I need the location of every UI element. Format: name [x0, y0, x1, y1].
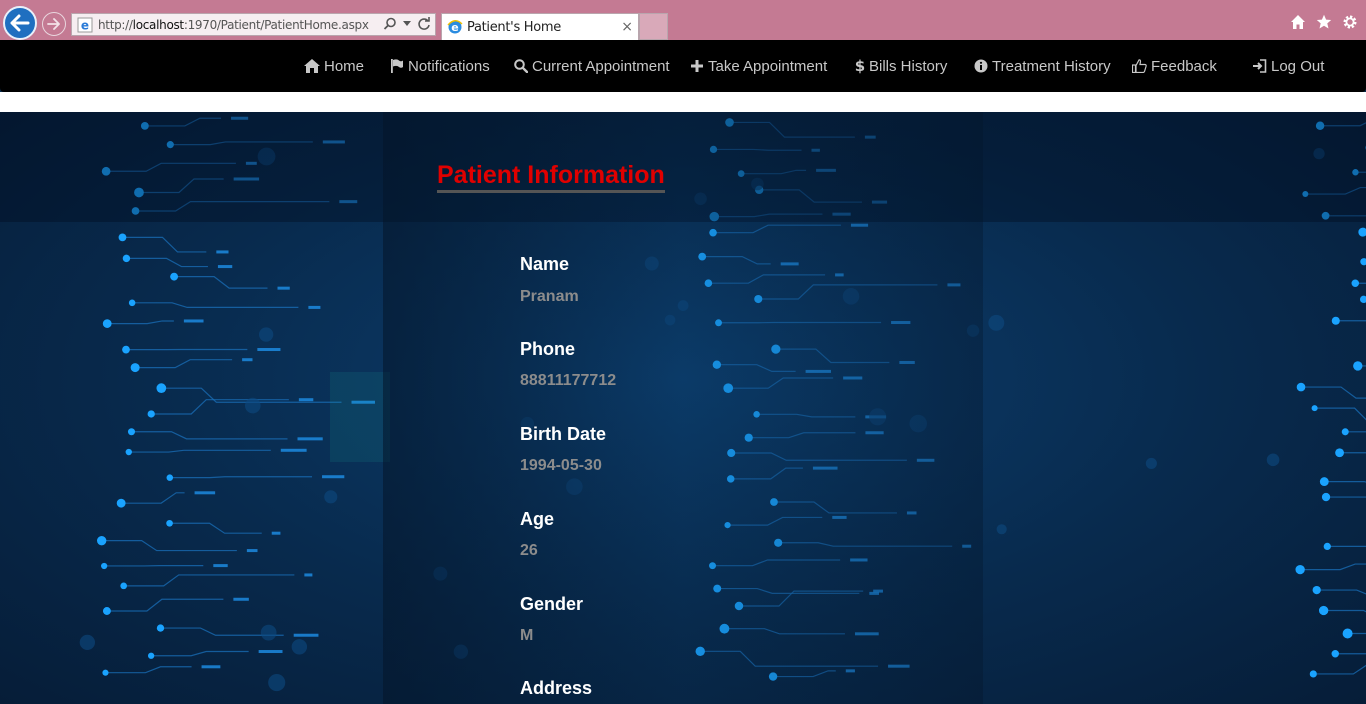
refresh-icon[interactable]	[417, 17, 431, 31]
nav-log-out[interactable]: Log Out	[1252, 40, 1324, 92]
nav-home-label: Home	[324, 57, 365, 75]
forward-button[interactable]	[42, 12, 66, 36]
nav-feedback-label: Feedback	[1151, 57, 1217, 75]
nav-current-appointment[interactable]: Current Appointment	[514, 40, 670, 92]
arrow-right-icon	[47, 18, 60, 30]
nav-notifications-label: Notifications	[408, 57, 490, 75]
birth-date-label: Birth Date	[520, 424, 607, 444]
gear-icon[interactable]	[1342, 14, 1358, 30]
page-title: Patient Information	[437, 160, 665, 193]
search-icon[interactable]	[383, 17, 397, 31]
svg-text:e: e	[451, 21, 458, 34]
close-tab-icon[interactable]: ×	[621, 19, 633, 35]
phone-value: 88811177712	[520, 372, 617, 389]
navbar-spacer	[0, 92, 1366, 112]
back-button[interactable]	[3, 6, 37, 40]
search-icon	[514, 59, 528, 73]
gender-label: Gender	[520, 594, 584, 614]
browser-chrome: e http://localhost:1970/Patient/PatientH…	[0, 0, 1366, 40]
nav-treatment-history[interactable]: Treatment History	[974, 40, 1111, 92]
phone-label: Phone	[520, 339, 576, 359]
nav-notifications[interactable]: Notifications	[390, 40, 490, 92]
age-label: Age	[520, 509, 555, 529]
nav-take-appointment[interactable]: Take Appointment	[690, 40, 827, 92]
plus-icon	[691, 60, 703, 72]
star-icon[interactable]	[1316, 14, 1332, 30]
ie-page-icon: e	[77, 17, 93, 32]
gender-value: M	[520, 627, 534, 644]
nav-feedback[interactable]: Feedback	[1132, 40, 1217, 92]
ie-tab-icon: e	[447, 20, 463, 34]
nav-log-out-label: Log Out	[1271, 57, 1325, 75]
home-icon[interactable]	[1290, 14, 1306, 30]
nav-treatment-history-label: Treatment History	[992, 57, 1111, 75]
log-out-icon	[1253, 59, 1267, 73]
tab-patients-home[interactable]: e Patient's Home ×	[441, 13, 639, 40]
nav-bills-history-label: Bills History	[869, 57, 948, 75]
address-bar[interactable]: e http://localhost:1970/Patient/PatientH…	[71, 13, 436, 36]
nav-bills-history[interactable]: $ Bills History	[855, 40, 947, 92]
tab-title: Patient's Home	[467, 19, 561, 35]
age-value: 26	[520, 542, 538, 559]
nav-current-appointment-label: Current Appointment	[532, 57, 670, 75]
arrow-left-icon	[10, 14, 30, 32]
new-tab-button[interactable]	[639, 13, 668, 40]
nav-home[interactable]: Home	[304, 40, 364, 92]
address-label: Address	[520, 678, 593, 698]
home-icon	[304, 59, 320, 73]
info-icon	[974, 59, 988, 73]
url-text: http://localhost:1970/Patient/PatientHom…	[98, 17, 369, 32]
content-panel	[383, 112, 983, 704]
main-navbar: Home Notifications Current Appointment T…	[0, 40, 1366, 92]
birth-date-value: 1994-05-30	[520, 457, 602, 474]
name-label: Name	[520, 254, 570, 274]
dollar-icon: $	[855, 58, 865, 74]
svg-text:e: e	[81, 18, 89, 32]
nav-take-appointment-label: Take Appointment	[708, 57, 828, 75]
dropdown-arrow-icon[interactable]	[403, 21, 411, 27]
flag-icon	[391, 59, 403, 73]
name-value: Pranam	[520, 288, 579, 305]
svg-text:$: $	[855, 58, 865, 74]
thumbs-up-icon	[1132, 59, 1147, 73]
